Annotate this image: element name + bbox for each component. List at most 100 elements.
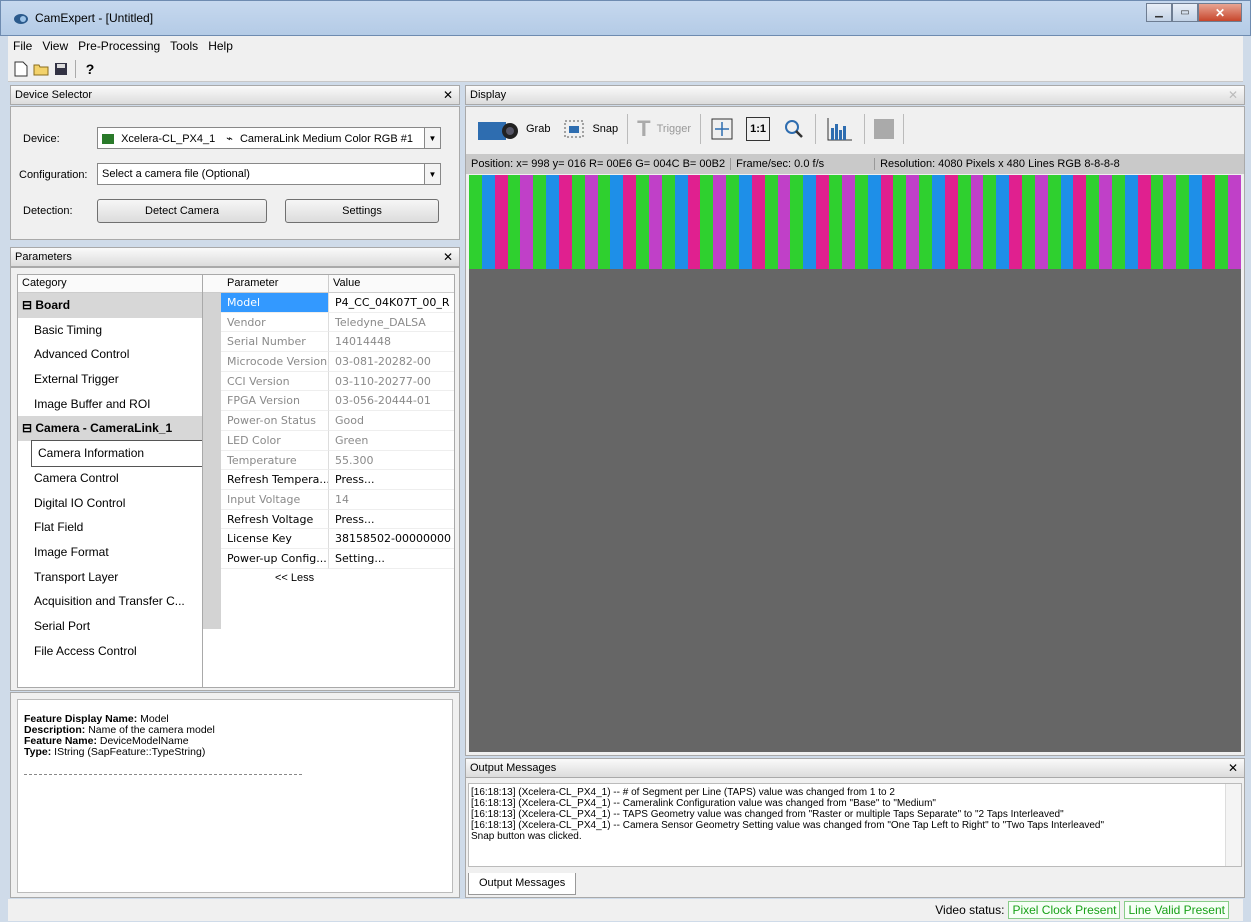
category-item[interactable]: Image Buffer and ROI: [18, 392, 202, 417]
parameter-row[interactable]: Refresh Voltage Press...: [203, 509, 454, 530]
menu-view[interactable]: View: [37, 39, 73, 53]
category-item[interactable]: Serial Port: [18, 614, 202, 639]
close-icon[interactable]: ✕: [443, 88, 453, 102]
test-pattern-stripe: [1201, 175, 1215, 269]
parameter-value[interactable]: Press...: [329, 510, 454, 530]
test-pattern-stripe: [584, 175, 598, 269]
zoom-icon[interactable]: [782, 117, 806, 141]
parameter-value[interactable]: Press...: [329, 470, 454, 490]
category-item[interactable]: Flat Field: [18, 515, 202, 540]
close-icon[interactable]: ✕: [1228, 88, 1238, 102]
tab-output-messages[interactable]: Output Messages: [468, 873, 577, 895]
close-icon[interactable]: ✕: [443, 250, 453, 264]
category-group[interactable]: ⊟ Board: [18, 293, 202, 318]
close-button[interactable]: ✕: [1198, 3, 1242, 22]
collapse-icon[interactable]: ⊟: [22, 298, 35, 312]
test-pattern-stripe: [559, 175, 572, 269]
save-icon[interactable]: [52, 60, 70, 78]
snap-button[interactable]: Snap: [592, 123, 618, 135]
parameter-row[interactable]: Model P4_CC_04K07T_00_R: [203, 293, 454, 313]
parameter-row[interactable]: Serial Number 14014448: [203, 332, 454, 353]
category-item[interactable]: External Trigger: [18, 367, 202, 392]
device-combo[interactable]: Xcelera-CL_PX4_1 ⌁ CameraLink Medium Col…: [97, 127, 441, 149]
configuration-combo[interactable]: Select a camera file (Optional) ▼: [97, 163, 441, 185]
category-label: Acquisition and Transfer C...: [34, 594, 185, 609]
parameter-value[interactable]: 38158502-00000000: [329, 529, 454, 549]
parameter-name: Vendor: [221, 312, 329, 333]
parameter-value[interactable]: Setting...: [329, 549, 454, 569]
parameter-value: Green: [329, 431, 454, 451]
open-folder-icon[interactable]: [32, 60, 50, 78]
device-selector-title: Device Selector: [15, 89, 93, 101]
category-item[interactable]: Transport Layer: [18, 565, 202, 590]
category-item[interactable]: Image Format: [18, 540, 202, 565]
menu-tools[interactable]: Tools: [165, 39, 203, 53]
fit-to-window-icon[interactable]: [710, 117, 734, 141]
row-gutter: [203, 411, 221, 431]
test-pattern-stripe: [829, 175, 842, 269]
image-status-line: Position: x= 998 y= 016 R= 00E6 G= 004C …: [466, 154, 1244, 174]
parameter-row[interactable]: License Key 38158502-00000000: [203, 529, 454, 549]
chevron-down-icon[interactable]: ▼: [424, 164, 440, 184]
new-file-icon[interactable]: [12, 60, 30, 78]
parameter-row[interactable]: Vendor Teledyne_DALSA: [203, 312, 454, 333]
category-group[interactable]: ⊟ Camera - CameraLink_1: [18, 416, 202, 442]
image-view[interactable]: [469, 175, 1241, 752]
parameter-row[interactable]: Microcode Version 03-081-20282-00: [203, 352, 454, 372]
parameter-row[interactable]: Refresh Tempera... Press...: [203, 470, 454, 490]
menu-help[interactable]: Help: [203, 39, 238, 53]
parameter-value[interactable]: P4_CC_04K07T_00_R: [329, 293, 454, 313]
parameter-column-header: Parameter: [203, 275, 329, 292]
category-item[interactable]: Acquisition and Transfer C...: [18, 589, 202, 614]
parameter-row[interactable]: FPGA Version 03-056-20444-01: [203, 391, 454, 412]
parameter-row[interactable]: CCI Version 03-110-20277-00: [203, 371, 454, 392]
collapse-icon[interactable]: ⊟: [22, 421, 35, 435]
vertical-scrollbar[interactable]: [1225, 784, 1241, 866]
category-item[interactable]: Camera Control: [18, 466, 202, 491]
less-toggle[interactable]: << Less: [221, 569, 314, 589]
menu-pre-processing[interactable]: Pre-Processing: [73, 39, 165, 53]
parameter-row[interactable]: Input Voltage 14: [203, 489, 454, 510]
test-pattern-stripe: [1009, 175, 1022, 269]
settings-button[interactable]: Settings: [285, 199, 439, 223]
test-pattern-stripe: [546, 175, 560, 269]
configuration-value: Select a camera file (Optional): [102, 168, 250, 180]
stop-icon[interactable]: [874, 119, 895, 139]
test-pattern-stripe: [1073, 175, 1087, 269]
histogram-icon[interactable]: [825, 116, 855, 142]
parameter-row[interactable]: Power-up Config... Setting...: [203, 548, 454, 569]
help-icon[interactable]: ?: [81, 60, 99, 78]
pixel-clock-status: Pixel Clock Present: [1008, 901, 1121, 919]
menu-file[interactable]: File: [8, 39, 37, 53]
row-gutter: [203, 489, 221, 510]
category-item[interactable]: File Access Control: [18, 639, 202, 664]
test-pattern-stripe: [520, 175, 534, 269]
parameter-row[interactable]: LED Color Green: [203, 430, 454, 451]
trigger-button[interactable]: Trigger: [657, 123, 691, 135]
close-icon[interactable]: ✕: [1228, 761, 1238, 775]
detect-camera-button[interactable]: Detect Camera: [97, 199, 267, 223]
minimize-button[interactable]: ▁: [1146, 3, 1172, 22]
output-messages-header: Output Messages ✕: [465, 758, 1245, 778]
category-item[interactable]: Basic Timing: [18, 318, 202, 343]
test-pattern-stripe: [1189, 175, 1202, 269]
category-item[interactable]: Digital IO Control: [18, 491, 202, 516]
output-log[interactable]: [16:18:13] (Xcelera-CL_PX4_1) -- # of Se…: [468, 783, 1242, 867]
test-pattern-stripe: [661, 175, 675, 269]
camera-link-icon: ⌁: [226, 133, 233, 145]
one-to-one-button[interactable]: 1:1: [746, 117, 771, 141]
chevron-down-icon[interactable]: ▼: [424, 128, 440, 148]
camera-icon[interactable]: [474, 114, 520, 144]
parameter-value: 03-110-20277-00: [329, 372, 454, 392]
snap-icon[interactable]: [562, 118, 586, 140]
feature-description: Feature Display Name: Model Description:…: [17, 699, 453, 893]
category-item[interactable]: Advanced Control: [18, 342, 202, 367]
parameter-row[interactable]: Temperature 55.300: [203, 450, 454, 471]
maximize-button[interactable]: ▭: [1172, 3, 1198, 22]
parameter-row[interactable]: Power-on Status Good: [203, 411, 454, 431]
grab-button[interactable]: Grab: [526, 123, 550, 135]
category-item[interactable]: Camera Information: [31, 440, 203, 467]
output-messages-title: Output Messages: [470, 762, 557, 774]
video-status-label: Video status:: [935, 903, 1005, 917]
board-icon: [102, 134, 114, 145]
